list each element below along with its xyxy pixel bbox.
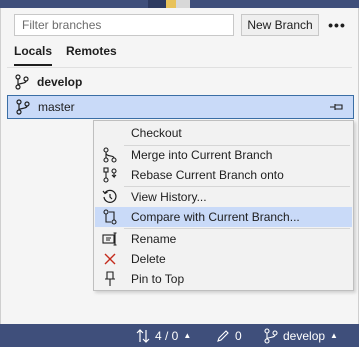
menu-item-label: Checkout [131, 126, 182, 140]
menu-item-label: View History... [131, 190, 207, 204]
tab-locals[interactable]: Locals [14, 44, 53, 66]
history-icon [102, 189, 118, 205]
new-branch-button[interactable]: New Branch [241, 14, 319, 36]
more-options-button[interactable]: ••• [325, 14, 349, 36]
doc-tab[interactable] [148, 0, 166, 8]
branch-icon [16, 99, 30, 115]
branch-item-develop[interactable]: develop [7, 70, 354, 94]
edits-count: 0 [235, 328, 242, 343]
menu-item-label: Compare with Current Branch... [131, 210, 300, 224]
sync-count: 4 / 0 [155, 328, 179, 343]
menu-item-label: Rename [131, 232, 177, 246]
branch-label: master [38, 100, 75, 114]
tabs-divider [7, 67, 352, 68]
rename-icon [102, 231, 118, 247]
filter-branches-input[interactable] [14, 14, 234, 36]
caret-up-icon: ▲ [183, 331, 192, 340]
pin-icon [102, 271, 118, 287]
pencil-icon [217, 329, 229, 342]
doc-tab[interactable] [176, 0, 190, 8]
menu-item-pin-to-top[interactable]: Pin to Top [95, 269, 352, 289]
status-bar: 4 / 0 ▲ 0 develop ▲ [0, 324, 359, 347]
current-branch-status[interactable]: develop ▲ [264, 324, 338, 347]
menu-item-compare[interactable]: Compare with Current Branch... [95, 207, 352, 227]
menu-item-label: Pin to Top [131, 272, 185, 286]
sync-status[interactable]: 4 / 0 ▲ [136, 324, 191, 347]
branch-tabs: Locals Remotes [14, 44, 117, 66]
pin-icon[interactable] [329, 102, 345, 112]
merge-icon [102, 147, 118, 163]
menu-item-delete[interactable]: Delete [95, 249, 352, 269]
menu-item-rename[interactable]: Rename [95, 229, 352, 249]
menu-item-label: Merge into Current Branch [131, 148, 273, 162]
menu-item-label: Delete [131, 252, 166, 266]
tab-remotes[interactable]: Remotes [66, 44, 117, 66]
menu-item-label: Rebase Current Branch onto [131, 168, 284, 182]
blank-icon [102, 125, 118, 141]
menu-item-merge[interactable]: Merge into Current Branch [95, 145, 352, 165]
branch-item-master[interactable]: master [7, 95, 354, 119]
compare-icon [102, 209, 118, 225]
current-branch-label: develop [283, 328, 326, 343]
branch-icon [264, 327, 278, 344]
menu-item-view-history[interactable]: View History... [95, 187, 352, 207]
branch-icon [15, 74, 29, 90]
menu-item-rebase[interactable]: Rebase Current Branch onto [95, 165, 352, 185]
branch-context-menu: Checkout Merge into Current Branch Rebas… [93, 120, 354, 291]
caret-up-icon: ▲ [330, 331, 338, 340]
branch-label: develop [37, 75, 83, 89]
delete-icon [102, 251, 118, 267]
menu-item-checkout[interactable]: Checkout [95, 123, 352, 143]
window-top-strip [0, 0, 359, 8]
edits-status[interactable]: 0 [216, 324, 242, 347]
rebase-icon [102, 167, 118, 183]
sync-arrows-icon [136, 328, 150, 343]
doc-tab-modified[interactable] [166, 0, 176, 8]
